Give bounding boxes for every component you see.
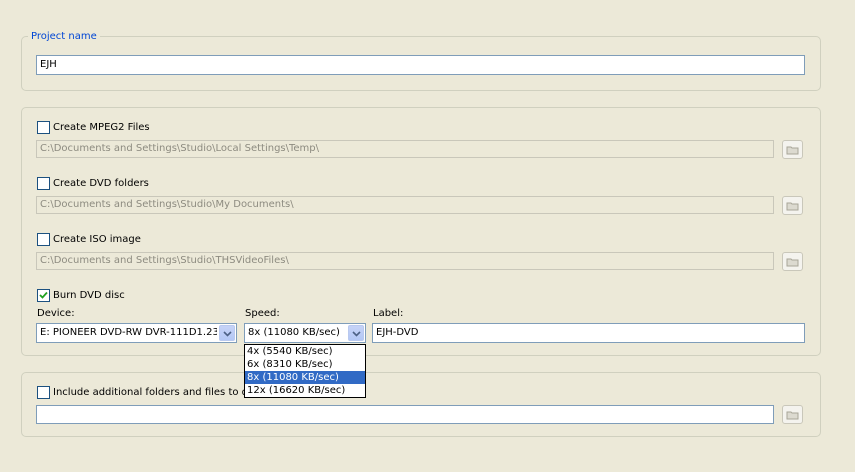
checkmark-icon — [39, 291, 48, 299]
device-label: Device: — [37, 308, 75, 319]
additional-files-path-field[interactable] — [36, 405, 774, 424]
dvd-folders-label: Create DVD folders — [53, 178, 149, 189]
iso-image-checkbox[interactable] — [37, 233, 50, 246]
dvd-folders-path-field[interactable]: C:\Documents and Settings\Studio\My Docu… — [36, 196, 774, 214]
dvd-folders-checkbox[interactable] — [37, 177, 50, 190]
project-name-input[interactable]: EJH — [36, 55, 805, 75]
project-name-legend: Project name — [28, 31, 100, 42]
iso-browse-button[interactable] — [782, 252, 803, 271]
chevron-down-icon — [352, 331, 361, 337]
disc-label-label: Label: — [373, 308, 404, 319]
burn-dvd-label: Burn DVD disc — [53, 290, 125, 301]
speed-label: Speed: — [245, 308, 280, 319]
folder-icon — [786, 202, 799, 211]
speed-dropdown-button[interactable] — [348, 325, 364, 341]
speed-option[interactable]: 4x (5540 KB/sec) — [245, 345, 365, 358]
device-select-value: E: PIONEER DVD-RW DVR-111D1.23 — [40, 327, 217, 338]
disc-label-input[interactable]: EJH-DVD — [372, 323, 805, 343]
speed-select[interactable]: 8x (11080 KB/sec) — [244, 323, 366, 343]
dvd-folders-browse-button[interactable] — [782, 196, 803, 215]
folder-icon — [786, 146, 799, 155]
speed-option[interactable]: 6x (8310 KB/sec) — [245, 358, 365, 371]
speed-option-selected[interactable]: 8x (11080 KB/sec) — [245, 371, 365, 384]
iso-image-label: Create ISO image — [53, 234, 141, 245]
device-dropdown-button[interactable] — [219, 325, 235, 341]
additional-files-checkbox[interactable] — [37, 386, 50, 399]
additional-files-browse-button[interactable] — [782, 405, 803, 424]
speed-dropdown-list: 4x (5540 KB/sec) 6x (8310 KB/sec) 8x (11… — [244, 344, 366, 398]
iso-path-field[interactable]: C:\Documents and Settings\Studio\THSVide… — [36, 252, 774, 270]
mpeg2-checkbox[interactable] — [37, 121, 50, 134]
chevron-down-icon — [223, 331, 232, 337]
device-select[interactable]: E: PIONEER DVD-RW DVR-111D1.23 — [36, 323, 237, 343]
mpeg2-browse-button[interactable] — [782, 140, 803, 159]
additional-files-label: Include additional folders and files to … — [53, 387, 262, 398]
speed-option[interactable]: 12x (16620 KB/sec) — [245, 384, 365, 397]
mpeg2-path-field[interactable]: C:\Documents and Settings\Studio\Local S… — [36, 140, 774, 158]
burn-dvd-checkbox[interactable] — [37, 289, 50, 302]
speed-select-value: 8x (11080 KB/sec) — [248, 327, 340, 338]
folder-icon — [786, 411, 799, 420]
folder-icon — [786, 258, 799, 267]
mpeg2-label: Create MPEG2 Files — [53, 122, 150, 133]
